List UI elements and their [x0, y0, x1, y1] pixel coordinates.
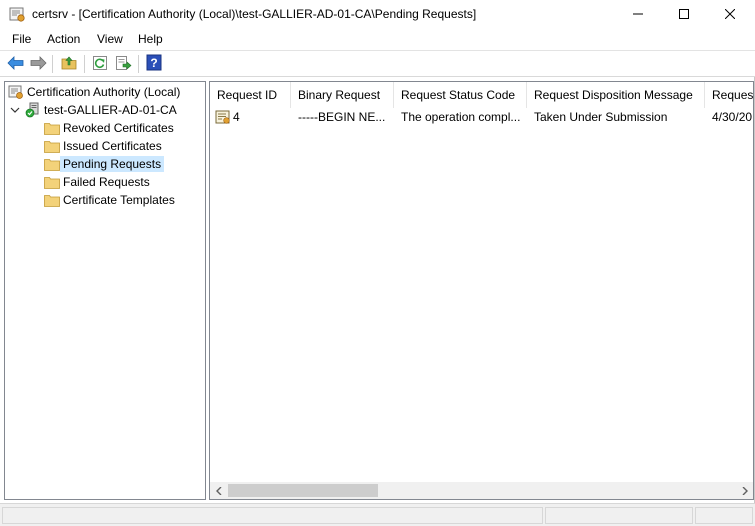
export-list-icon: [115, 55, 132, 74]
up-folder-icon: [61, 55, 77, 73]
tree-label-issued-certificates: Issued Certificates: [63, 139, 162, 153]
tree-label-failed-requests: Failed Requests: [63, 175, 150, 189]
toolbar-separator: [52, 55, 53, 73]
tree-label-ca: test-GALLIER-AD-01-CA: [44, 103, 177, 117]
back-arrow-icon: [6, 55, 24, 73]
chevron-down-icon[interactable]: [9, 104, 21, 116]
folder-icon: [44, 176, 60, 189]
request-id-value: 4: [233, 110, 240, 124]
tree-node-ca[interactable]: test-GALLIER-AD-01-CA: [9, 101, 180, 119]
certsrv-icon: [9, 6, 26, 23]
close-icon: [724, 8, 736, 22]
console-tree[interactable]: Certification Authority (Local) test-GAL…: [4, 81, 206, 500]
status-segment-3: [695, 507, 753, 524]
scrollbar-thumb[interactable]: [228, 484, 378, 497]
folder-icon: [44, 194, 60, 207]
column-header-request-id[interactable]: Request ID: [210, 82, 291, 108]
tree-item-failed-requests[interactable]: Failed Requests: [44, 173, 153, 191]
pending-request-icon: [215, 109, 231, 125]
tree-label-root: Certification Authority (Local): [27, 85, 181, 99]
tree-item-issued-certificates[interactable]: Issued Certificates: [44, 137, 165, 155]
back-button[interactable]: [6, 55, 24, 73]
column-header-request-date[interactable]: Request: [705, 82, 753, 108]
menu-file[interactable]: File: [11, 32, 32, 46]
tree-label-pending-requests: Pending Requests: [60, 156, 165, 172]
toolbar-separator: [84, 55, 85, 73]
window-title: certsrv - [Certification Authority (Loca…: [32, 7, 477, 21]
cell-request-date: 4/30/20: [712, 110, 753, 124]
scroll-left-button[interactable]: [210, 482, 227, 499]
tree-label-revoked-certificates: Revoked Certificates: [63, 121, 174, 135]
column-header-request-status-code[interactable]: Request Status Code: [394, 82, 527, 108]
results-list[interactable]: Request ID Binary Request Request Status…: [209, 81, 754, 500]
tree-item-certificate-templates[interactable]: Certificate Templates: [44, 191, 178, 209]
menu-help[interactable]: Help: [137, 32, 164, 46]
chevron-right-icon: [741, 484, 749, 498]
scroll-right-button[interactable]: [736, 482, 753, 499]
cell-request-disposition-message: Taken Under Submission: [534, 110, 668, 124]
cell-request-id: 4: [215, 108, 291, 126]
folder-icon: [44, 158, 60, 171]
ca-server-icon: [25, 102, 41, 118]
table-row[interactable]: 4 -----BEGIN NE... The operation compl..…: [210, 108, 753, 126]
maximize-icon: [679, 8, 689, 22]
tree-label-certificate-templates: Certificate Templates: [63, 193, 175, 207]
menu-bar: File Action View Help: [0, 29, 755, 51]
help-icon: ?: [146, 54, 162, 74]
status-segment-main: [2, 507, 543, 524]
tree-item-revoked-certificates[interactable]: Revoked Certificates: [44, 119, 177, 137]
menu-action[interactable]: Action: [46, 32, 81, 46]
folder-icon: [44, 140, 60, 153]
toolbar-separator: [138, 55, 139, 73]
title-bar[interactable]: certsrv - [Certification Authority (Loca…: [0, 0, 755, 29]
cell-request-status-code: The operation compl...: [401, 110, 521, 124]
svg-text:?: ?: [150, 56, 157, 70]
folder-icon: [44, 122, 60, 135]
close-button[interactable]: [707, 0, 753, 29]
status-bar: [0, 503, 755, 526]
toolbar: ?: [0, 51, 755, 77]
certification-authority-icon: [8, 84, 24, 100]
column-header-request-disposition-message[interactable]: Request Disposition Message: [527, 82, 705, 108]
mmc-window: certsrv - [Certification Authority (Loca…: [0, 0, 755, 526]
menu-view[interactable]: View: [96, 32, 124, 46]
horizontal-scrollbar[interactable]: [210, 482, 753, 499]
minimize-icon: [633, 8, 643, 22]
cell-binary-request: -----BEGIN NE...: [298, 110, 386, 124]
forward-arrow-icon: [30, 55, 47, 73]
refresh-button[interactable]: [91, 55, 109, 73]
up-one-level-button[interactable]: [60, 55, 78, 73]
forward-button[interactable]: [29, 55, 47, 73]
column-header-binary-request[interactable]: Binary Request: [291, 82, 394, 108]
tree-node-root[interactable]: Certification Authority (Local): [8, 83, 183, 101]
export-list-button[interactable]: [114, 55, 132, 73]
chevron-left-icon: [215, 484, 223, 498]
tree-item-pending-requests[interactable]: Pending Requests: [44, 155, 165, 173]
minimize-button[interactable]: [615, 0, 661, 29]
refresh-icon: [92, 55, 108, 74]
maximize-button[interactable]: [661, 0, 707, 29]
status-segment-2: [545, 507, 693, 524]
help-button[interactable]: ?: [145, 54, 163, 74]
